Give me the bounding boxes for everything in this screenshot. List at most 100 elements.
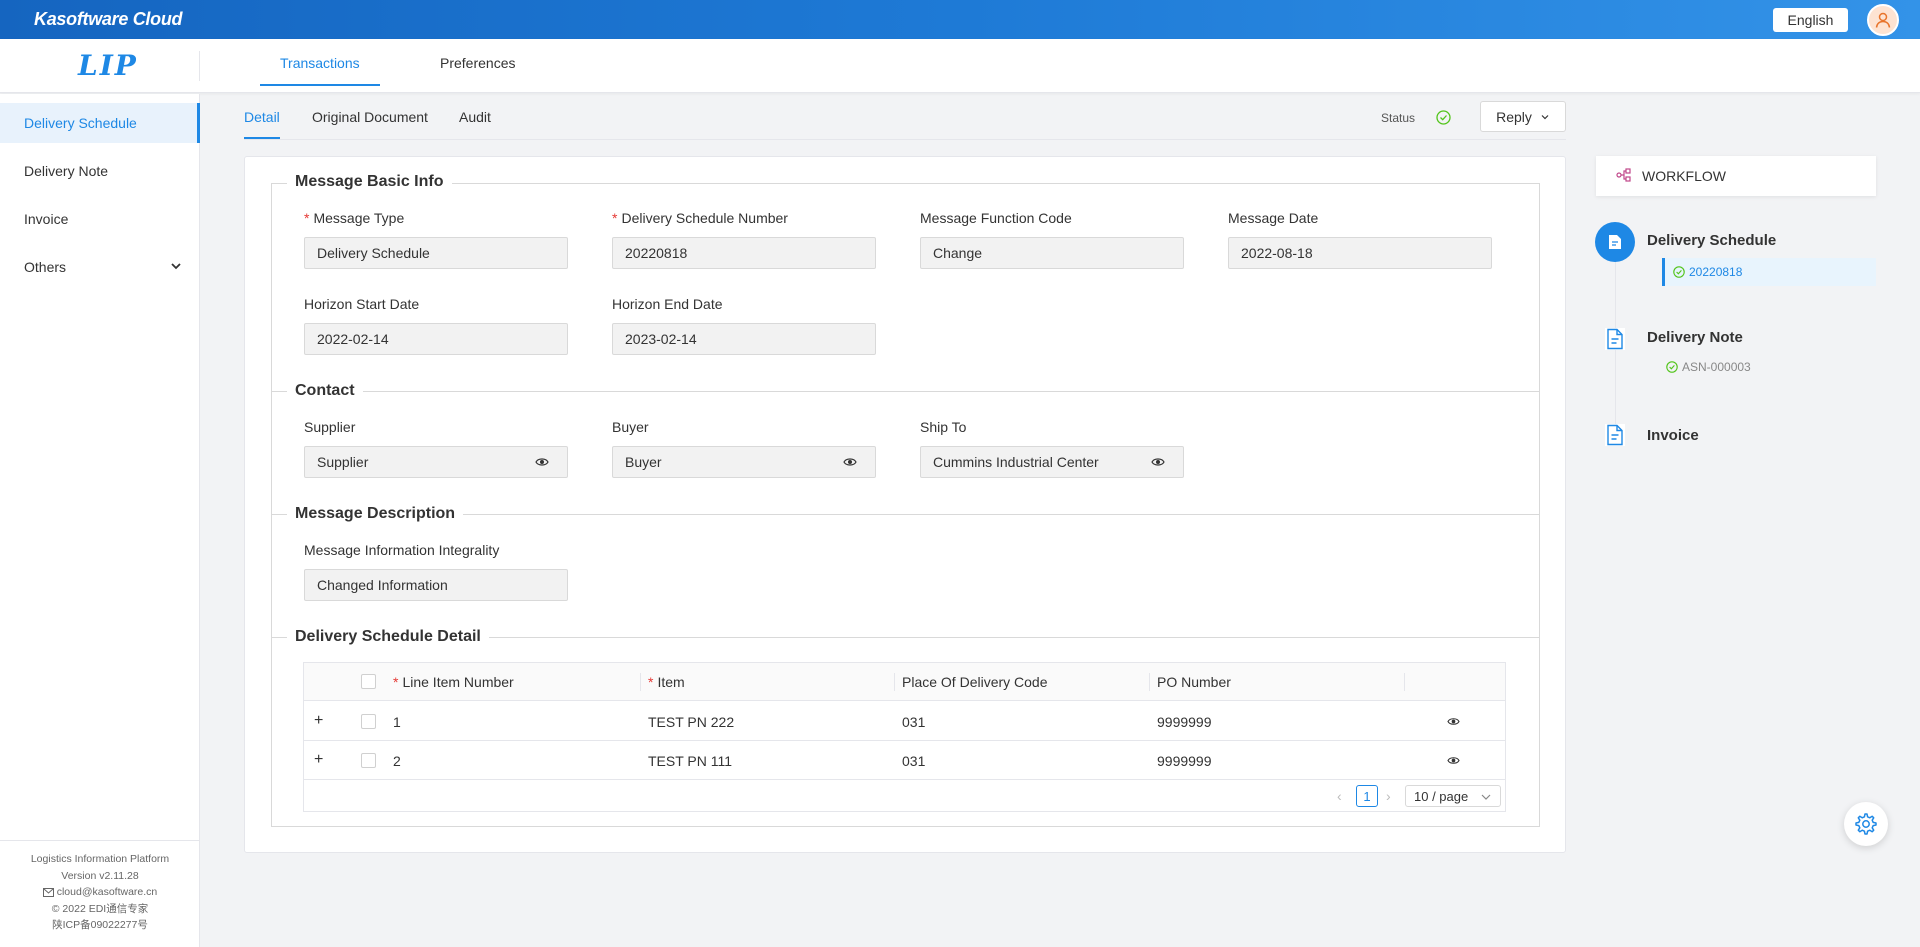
expand-row-button[interactable]: + bbox=[314, 713, 323, 729]
workflow-header: WORKFLOW bbox=[1596, 156, 1876, 196]
horizon-end-field[interactable]: 2023-02-14 bbox=[612, 323, 876, 355]
cell-po: 9999999 bbox=[1157, 753, 1212, 769]
workflow-doc-number: 20220818 bbox=[1689, 265, 1743, 279]
eye-icon[interactable] bbox=[1151, 456, 1165, 468]
tab-original-document[interactable]: Original Document bbox=[312, 109, 428, 125]
horizon-start-field[interactable]: 2022-02-14 bbox=[304, 323, 568, 355]
sidebar-item-delivery-schedule[interactable]: Delivery Schedule bbox=[0, 103, 200, 143]
workflow-step-invoice[interactable]: Invoice bbox=[1647, 427, 1699, 444]
table-header: * Line Item Number * Item Place Of Deliver… bbox=[304, 663, 1505, 701]
gear-icon bbox=[1855, 813, 1877, 835]
cell-place: 031 bbox=[902, 714, 926, 730]
horizon-start-label: Horizon Start Date bbox=[304, 296, 420, 312]
version-text: Version v2.11.28 bbox=[61, 869, 139, 882]
tab-audit[interactable]: Audit bbox=[459, 109, 491, 125]
col-item[interactable]: * Item bbox=[648, 674, 685, 690]
workflow-doc-number: ASN-000003 bbox=[1682, 360, 1751, 374]
platform-name: Logistics Information Platform bbox=[30, 853, 170, 865]
column-separator bbox=[640, 673, 641, 691]
app-logo[interactable]: LIP bbox=[78, 49, 138, 82]
sidebar-item-label: Others bbox=[24, 259, 67, 275]
sidebar-item-invoice[interactable]: Invoice bbox=[0, 199, 200, 239]
document-icon bbox=[1609, 235, 1621, 249]
user-icon bbox=[1875, 12, 1891, 28]
sidebar-item-delivery-note[interactable]: Delivery Note bbox=[0, 151, 200, 191]
col-line-item[interactable]: * Line Item Number bbox=[393, 674, 514, 690]
sidebar-item-others[interactable]: Others bbox=[0, 247, 200, 287]
cell-line-item: 1 bbox=[393, 714, 401, 730]
ship-to-label: Ship To bbox=[920, 419, 967, 435]
active-tab-indicator bbox=[260, 84, 380, 86]
app-header: LIP Transactions Preferences bbox=[0, 39, 1920, 93]
ship-to-value: Cummins Industrial Center bbox=[933, 454, 1099, 470]
tab-transactions[interactable]: Transactions bbox=[280, 55, 360, 71]
reply-button[interactable]: Reply bbox=[1480, 101, 1566, 132]
column-separator bbox=[1404, 673, 1405, 691]
eye-icon[interactable] bbox=[843, 456, 857, 468]
chevron-down-icon bbox=[1481, 794, 1491, 800]
integrality-field[interactable]: Changed Information bbox=[304, 569, 568, 601]
section-title-contact: Contact bbox=[287, 382, 363, 400]
language-button[interactable]: English bbox=[1773, 8, 1848, 32]
document-icon bbox=[1605, 328, 1625, 350]
message-type-field[interactable]: Delivery Schedule bbox=[304, 237, 568, 269]
integrality-label: Message Information Integrality bbox=[304, 542, 500, 558]
workflow-step-delivery-note[interactable]: Delivery Note bbox=[1647, 329, 1743, 346]
buyer-field[interactable]: Buyer bbox=[612, 446, 876, 478]
required-marker: * bbox=[612, 210, 618, 226]
eye-icon[interactable] bbox=[1447, 716, 1460, 727]
workflow-icon bbox=[1616, 168, 1631, 182]
workflow-doc-20220818[interactable]: 20220818 bbox=[1662, 258, 1876, 286]
brand-name: Kasoftware Cloud bbox=[34, 9, 183, 29]
sidebar-item-label: Invoice bbox=[24, 211, 69, 227]
tab-preferences[interactable]: Preferences bbox=[440, 55, 515, 71]
copyright-text: © 2022 EDI通信专家 bbox=[51, 902, 149, 915]
user-avatar[interactable] bbox=[1867, 4, 1899, 36]
function-code-field[interactable]: Change bbox=[920, 237, 1184, 269]
buyer-value: Buyer bbox=[625, 454, 662, 470]
message-date-label: Message Date bbox=[1228, 210, 1319, 226]
page-size-value: 10 / page bbox=[1414, 788, 1469, 804]
workflow-step-active-marker bbox=[1595, 222, 1635, 262]
chevron-down-icon bbox=[1541, 114, 1549, 119]
pager-page-1[interactable]: 1 bbox=[1356, 785, 1378, 807]
cell-item: TEST PN 222 bbox=[648, 714, 735, 730]
section-divider bbox=[271, 391, 1540, 392]
settings-button[interactable] bbox=[1844, 802, 1888, 846]
ship-to-field[interactable]: Cummins Industrial Center bbox=[920, 446, 1184, 478]
pager-prev-button[interactable]: ‹ bbox=[1337, 788, 1342, 804]
expand-row-button[interactable]: + bbox=[314, 752, 323, 768]
mail-icon bbox=[42, 887, 54, 897]
cell-item: TEST PN 111 bbox=[648, 753, 733, 769]
sidebar-footer: Logistics Information Platform Version v… bbox=[0, 840, 200, 947]
tabs-divider bbox=[244, 139, 1566, 140]
supplier-field[interactable]: Supplier bbox=[304, 446, 568, 478]
header-divider bbox=[199, 51, 200, 81]
tab-detail[interactable]: Detail bbox=[244, 109, 280, 125]
message-date-field[interactable]: 2022-08-18 bbox=[1228, 237, 1492, 269]
row-checkbox[interactable] bbox=[361, 753, 376, 768]
buyer-label: Buyer bbox=[612, 419, 649, 435]
ds-number-field[interactable]: 20220818 bbox=[612, 237, 876, 269]
col-po[interactable]: PO Number bbox=[1157, 674, 1231, 690]
page-size-select[interactable]: 10 / page bbox=[1405, 785, 1501, 807]
eye-icon[interactable] bbox=[1447, 755, 1460, 766]
icp-text[interactable]: 陕ICP备09022277号 bbox=[0, 917, 200, 934]
row-checkbox[interactable] bbox=[361, 714, 376, 729]
horizon-end-label: Horizon End Date bbox=[612, 296, 723, 312]
table-row[interactable]: + 2 TEST PN 111 031 9999999 bbox=[304, 741, 1505, 780]
cell-po: 9999999 bbox=[1157, 714, 1212, 730]
eye-icon[interactable] bbox=[535, 456, 549, 468]
message-type-label: * Message Type bbox=[304, 210, 405, 226]
select-all-checkbox[interactable] bbox=[361, 674, 376, 689]
required-marker: * bbox=[304, 210, 310, 226]
top-bar: Kasoftware Cloud English bbox=[0, 0, 1920, 39]
contact-email[interactable]: cloud@kasoftware.cn bbox=[0, 884, 200, 901]
column-separator bbox=[894, 673, 895, 691]
document-icon bbox=[1605, 424, 1625, 446]
workflow-doc-asn[interactable]: ASN-000003 bbox=[1666, 360, 1751, 374]
pager-next-button[interactable]: › bbox=[1386, 788, 1391, 804]
workflow-step-delivery-schedule[interactable]: Delivery Schedule bbox=[1647, 232, 1776, 249]
col-place[interactable]: Place Of Delivery Code bbox=[902, 674, 1048, 690]
table-row[interactable]: + 1 TEST PN 222 031 9999999 bbox=[304, 702, 1505, 741]
